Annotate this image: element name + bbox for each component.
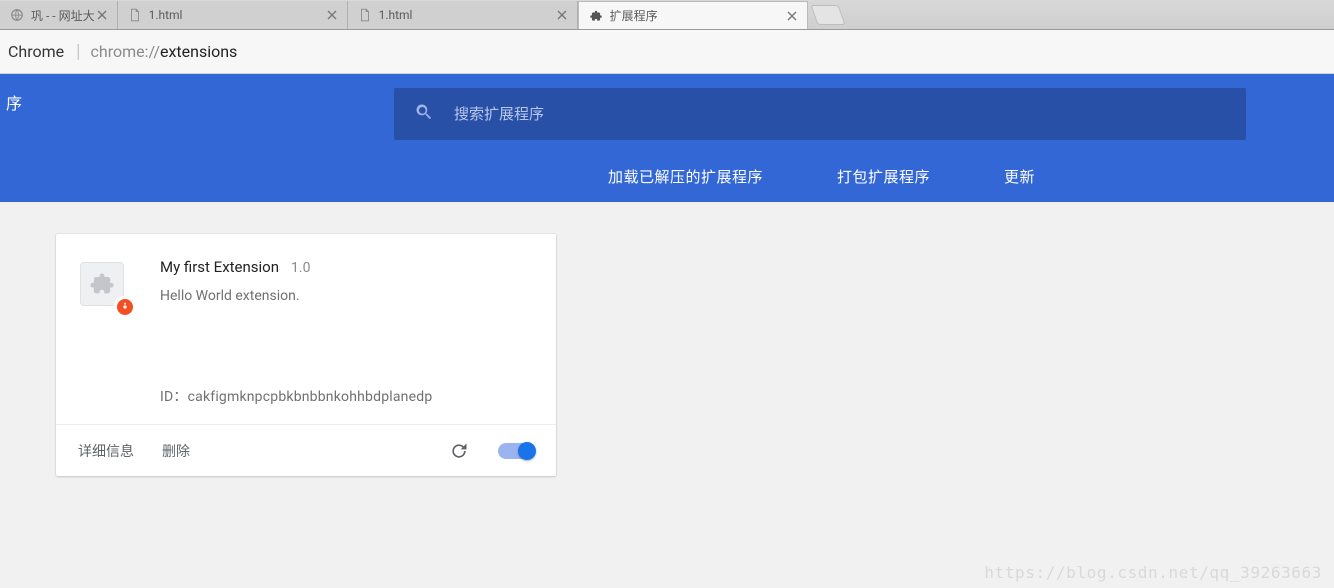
extension-version: 1.0 bbox=[291, 260, 310, 276]
browser-tab-strip: 巩 - - 网址大 1.html 1.html 扩展程序 bbox=[0, 0, 1334, 30]
browser-tab[interactable]: 1.html bbox=[118, 1, 348, 29]
load-unpacked-button[interactable]: 加载已解压的扩展程序 bbox=[608, 166, 763, 187]
remove-button[interactable]: 删除 bbox=[162, 441, 190, 461]
update-button[interactable]: 更新 bbox=[1004, 166, 1035, 187]
details-button[interactable]: 详细信息 bbox=[78, 441, 134, 461]
file-icon bbox=[358, 8, 372, 22]
search-icon bbox=[414, 102, 434, 126]
tab-title: 1.html bbox=[149, 8, 325, 22]
extension-id-label: ID： bbox=[160, 389, 188, 405]
close-icon[interactable] bbox=[95, 8, 109, 22]
extensions-header: 序 加载已解压的扩展程序 打包扩展程序 更新 bbox=[0, 74, 1334, 202]
dev-mode-badge-icon bbox=[114, 296, 136, 318]
card-footer: 详细信息 删除 bbox=[56, 424, 556, 476]
pack-extension-button[interactable]: 打包扩展程序 bbox=[837, 166, 930, 187]
browser-tab-active[interactable]: 扩展程序 bbox=[578, 1, 808, 29]
url-divider: | bbox=[76, 41, 80, 62]
toggle-knob bbox=[518, 442, 536, 460]
search-container[interactable] bbox=[394, 88, 1246, 140]
extension-id: ID：cakfigmknpcpbkbnbbnkohhbdplanedp bbox=[160, 386, 532, 406]
extension-name: My first Extension bbox=[160, 258, 279, 276]
watermark: https://blog.csdn.net/qq_39263663 bbox=[984, 563, 1322, 582]
card-body: My first Extension 1.0 Hello World exten… bbox=[56, 234, 556, 424]
tab-title: 1.html bbox=[379, 8, 555, 22]
url-display[interactable]: chrome://extensions bbox=[91, 42, 238, 61]
header-title-fragment: 序 bbox=[0, 74, 22, 130]
close-icon[interactable] bbox=[785, 9, 799, 23]
omnibox-row: Chrome | chrome://extensions bbox=[0, 30, 1334, 74]
extension-meta: My first Extension 1.0 Hello World exten… bbox=[160, 258, 532, 406]
search-input[interactable] bbox=[454, 106, 1230, 123]
browser-tab[interactable]: 巩 - - 网址大 bbox=[0, 1, 118, 29]
url-path: extensions bbox=[160, 42, 237, 61]
extension-icon-wrap bbox=[80, 262, 130, 312]
extension-id-value: cakfigmknpcpbkbnbbnkohhbdplanedp bbox=[188, 389, 433, 405]
chrome-brand-label: Chrome bbox=[8, 42, 64, 61]
file-icon bbox=[128, 8, 142, 22]
close-icon[interactable] bbox=[325, 8, 339, 22]
globe-icon bbox=[10, 8, 24, 22]
browser-tab[interactable]: 1.html bbox=[348, 1, 578, 29]
close-icon[interactable] bbox=[555, 8, 569, 22]
extension-card: My first Extension 1.0 Hello World exten… bbox=[56, 234, 556, 476]
extension-description: Hello World extension. bbox=[160, 288, 532, 304]
reload-icon[interactable] bbox=[448, 440, 470, 462]
tab-title: 巩 - - 网址大 bbox=[31, 7, 95, 24]
puzzle-icon bbox=[589, 9, 603, 23]
tab-title: 扩展程序 bbox=[610, 7, 785, 24]
enabled-toggle[interactable] bbox=[498, 443, 534, 459]
header-actions: 加载已解压的扩展程序 打包扩展程序 更新 bbox=[0, 150, 1334, 202]
new-tab-button[interactable] bbox=[810, 5, 845, 25]
extensions-grid: My first Extension 1.0 Hello World exten… bbox=[0, 202, 1334, 476]
url-scheme: chrome:// bbox=[91, 42, 160, 61]
